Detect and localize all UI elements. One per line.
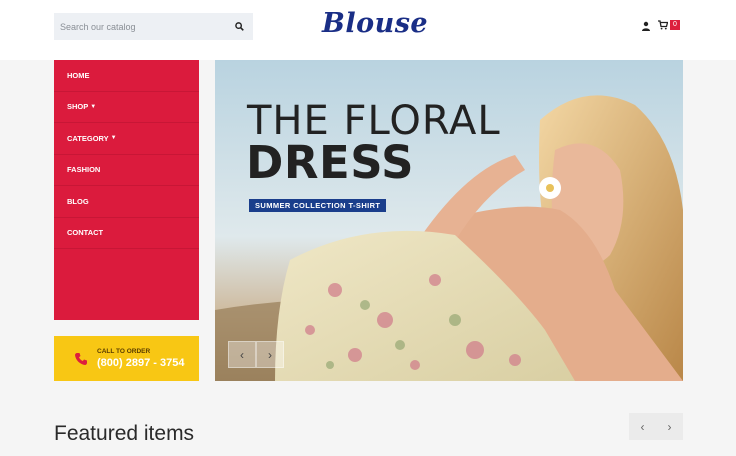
hero-nav: ‹ ›	[228, 341, 284, 368]
cart-button[interactable]: 0	[658, 20, 680, 30]
search-button[interactable]	[225, 13, 253, 40]
call-to-order-box[interactable]: CALL TO ORDER (800) 2897 - 3754	[54, 336, 199, 381]
cart-icon	[658, 20, 668, 30]
menu-item-shop[interactable]: SHOP ▼	[54, 92, 199, 123]
hero-tag: SUMMER COLLECTION T-SHIRT	[249, 199, 387, 212]
caret-down-icon: ▼	[90, 103, 97, 110]
menu-item-label: SHOP	[67, 102, 89, 112]
menu-item-label: FASHION	[67, 165, 101, 175]
main-menu: HOME SHOP ▼ CATEGORY ▼ FASHION BLOG CONTAC…	[54, 60, 199, 320]
phone-icon	[75, 352, 87, 365]
featured-nav: ‹ ›	[629, 413, 683, 440]
search-input[interactable]	[54, 13, 225, 40]
caret-down-icon: ▼	[110, 135, 117, 142]
search-bar	[54, 13, 253, 40]
site-header: Blouse 0	[0, 0, 736, 60]
search-icon	[234, 22, 244, 31]
menu-item-contact[interactable]: CONTACT	[54, 218, 199, 249]
menu-item-blog[interactable]: BLOG	[54, 186, 199, 218]
call-label: CALL TO ORDER	[97, 348, 151, 355]
menu-item-category[interactable]: CATEGORY ▼	[54, 123, 199, 155]
menu-item-label: HOME	[67, 70, 90, 80]
site-logo[interactable]: Blouse	[322, 8, 428, 39]
menu-item-label: BLOG	[67, 196, 89, 206]
phone-number: (800) 2897 - 3754	[97, 357, 185, 369]
menu-item-home[interactable]: HOME	[54, 60, 199, 92]
menu-item-fashion[interactable]: FASHION	[54, 155, 199, 186]
menu-item-label: CONTACT	[67, 228, 104, 238]
hero-next-button[interactable]: ›	[256, 341, 284, 368]
menu-item-label: CATEGORY	[67, 133, 109, 143]
featured-next-button[interactable]: ›	[656, 413, 683, 440]
cart-count-badge: 0	[670, 20, 680, 30]
hero-prev-button[interactable]: ‹	[228, 341, 256, 368]
featured-prev-button[interactable]: ‹	[629, 413, 656, 440]
featured-items-title: Featured items	[54, 422, 195, 445]
hero-slider[interactable]: THE FLORAL DRESS SUMMER COLLECTION T-SHI…	[215, 60, 683, 381]
hero-title-line2: DRESS	[246, 136, 415, 189]
user-icon[interactable]	[641, 21, 651, 31]
